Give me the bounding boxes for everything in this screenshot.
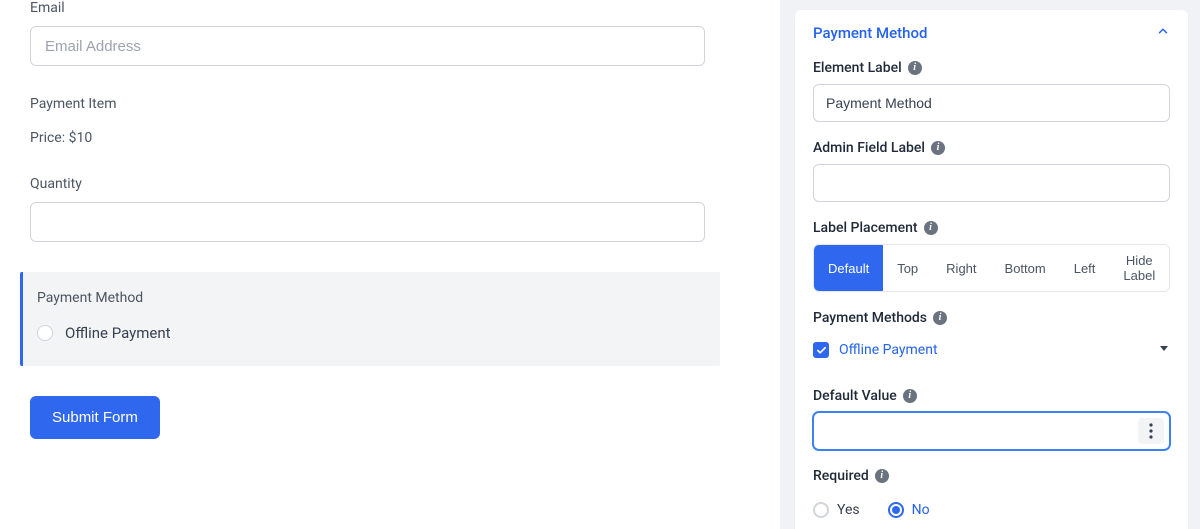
radio-icon	[888, 502, 904, 518]
required-group: Required i Yes No	[813, 468, 1170, 518]
settings-sidebar: Payment Method Element Label i	[780, 0, 1200, 529]
admin-field-label-input[interactable]	[813, 164, 1170, 202]
label-placement-bottom[interactable]: Bottom	[991, 245, 1060, 291]
checkbox-checked-icon[interactable]	[813, 342, 829, 358]
info-icon[interactable]: i	[908, 61, 922, 75]
payment-methods-item-label: Offline Payment	[839, 342, 1148, 358]
required-no-label: No	[912, 502, 930, 518]
label-placement-title: Label Placement	[813, 220, 918, 236]
admin-field-label-group: Admin Field Label i	[813, 140, 1170, 202]
payment-item-label: Payment Item	[30, 96, 750, 112]
info-icon[interactable]: i	[903, 389, 917, 403]
payment-method-panel: Payment Method Element Label i	[795, 10, 1188, 529]
label-placement-top[interactable]: Top	[883, 245, 932, 291]
info-icon[interactable]: i	[875, 469, 889, 483]
admin-field-label-title: Admin Field Label	[813, 140, 925, 156]
label-placement-group: Label Placement i Default Top Right Bott…	[813, 220, 1170, 292]
info-icon[interactable]: i	[933, 311, 947, 325]
label-placement-right[interactable]: Right	[932, 245, 990, 291]
default-value-group: Default Value i	[813, 388, 1170, 450]
required-yes-label: Yes	[837, 502, 860, 518]
default-value-title: Default Value	[813, 388, 897, 404]
email-field-block: Email	[30, 0, 750, 66]
email-input[interactable]	[30, 26, 705, 66]
payment-methods-item[interactable]: Offline Payment	[813, 342, 1170, 358]
chevron-up-icon	[1156, 24, 1170, 42]
form-preview-pane: Email Payment Item Price: $10 Quantity P…	[0, 0, 780, 529]
quantity-field-block: Quantity	[30, 176, 750, 242]
quantity-input[interactable]	[30, 202, 705, 242]
required-yes-radio[interactable]: Yes	[813, 502, 860, 518]
panel-title: Payment Method	[813, 24, 927, 42]
caret-down-icon[interactable]	[1158, 342, 1170, 358]
payment-method-selected-block[interactable]: Payment Method Offline Payment	[20, 272, 720, 366]
radio-icon	[813, 502, 829, 518]
info-icon[interactable]: i	[931, 141, 945, 155]
payment-methods-group: Payment Methods i Offline Payment	[813, 310, 1170, 358]
payment-item-block: Payment Item Price: $10	[30, 96, 750, 146]
default-value-input[interactable]	[813, 412, 1170, 450]
element-label-group: Element Label i	[813, 60, 1170, 122]
radio-icon[interactable]	[37, 325, 53, 341]
label-placement-left[interactable]: Left	[1060, 245, 1110, 291]
panel-header[interactable]: Payment Method	[795, 10, 1188, 56]
payment-method-option-label: Offline Payment	[65, 324, 171, 342]
element-label-title: Element Label	[813, 60, 902, 76]
quantity-label: Quantity	[30, 176, 750, 192]
payment-method-label: Payment Method	[37, 290, 702, 306]
label-placement-default[interactable]: Default	[814, 245, 883, 291]
label-placement-hide[interactable]: Hide Label	[1109, 245, 1169, 291]
payment-method-option-row[interactable]: Offline Payment	[37, 324, 702, 342]
more-options-icon[interactable]	[1138, 418, 1164, 444]
label-placement-segmented: Default Top Right Bottom Left Hide Label	[813, 244, 1170, 292]
required-title: Required	[813, 468, 869, 484]
required-no-radio[interactable]: No	[888, 502, 930, 518]
payment-methods-title: Payment Methods	[813, 310, 927, 326]
email-label: Email	[30, 0, 750, 16]
price-text: Price: $10	[30, 130, 750, 146]
submit-button[interactable]: Submit Form	[30, 396, 160, 439]
element-label-input[interactable]	[813, 84, 1170, 122]
info-icon[interactable]: i	[924, 221, 938, 235]
